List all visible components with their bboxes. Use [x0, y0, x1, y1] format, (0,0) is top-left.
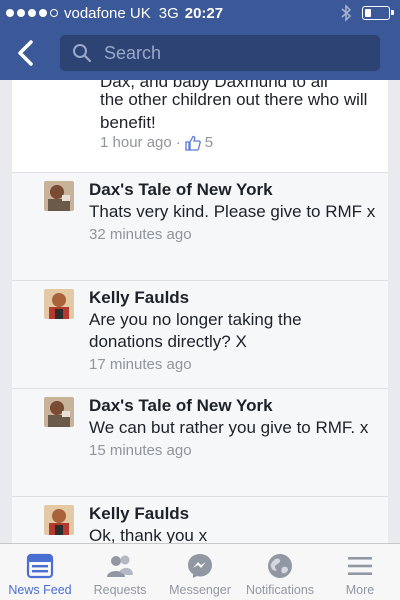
- avatar[interactable]: [44, 289, 74, 319]
- comment-author[interactable]: Kelly Faulds: [89, 503, 379, 525]
- search-input[interactable]: [104, 42, 344, 64]
- comment-text: We can but rather you give to RMF. x: [89, 418, 369, 437]
- avatar[interactable]: [44, 505, 74, 535]
- comment-time: 17 minutes ago: [89, 356, 192, 373]
- comment-text: Ok, thank you x: [89, 526, 208, 543]
- comment-item: Kelly Faulds Ok, thank you x: [12, 496, 388, 543]
- post-card: Dax, and baby Daxmund to all the other c…: [12, 80, 388, 172]
- post-text: the other children out there who will be…: [100, 90, 368, 132]
- more-icon: [348, 557, 372, 575]
- tab-label: Messenger: [169, 583, 231, 597]
- comment-author[interactable]: Dax's Tale of New York: [89, 395, 379, 417]
- tab-bar: News Feed Requests Messenger Notificatio…: [0, 543, 400, 600]
- comment-time: 15 minutes ago: [89, 442, 192, 459]
- avatar[interactable]: [44, 181, 74, 211]
- separator-dot: ·: [175, 134, 181, 151]
- comments-list: Dax's Tale of New York Thats very kind. …: [12, 172, 388, 543]
- tab-news-feed[interactable]: News Feed: [0, 544, 80, 600]
- tab-notifications[interactable]: Notifications: [240, 544, 320, 600]
- tab-more[interactable]: More: [320, 544, 400, 600]
- back-arrow-icon[interactable]: [14, 39, 38, 67]
- status-bar: vodafone UK 3G 20:27: [0, 0, 400, 26]
- network-type: 3G: [158, 4, 179, 22]
- tab-label: More: [345, 583, 375, 597]
- search-icon: [73, 44, 92, 63]
- carrier-name: vodafone UK: [64, 4, 151, 22]
- tab-label: News Feed: [8, 583, 72, 597]
- status-time: 20:27: [184, 4, 224, 22]
- comment-item: Kelly Faulds Are you no longer taking th…: [12, 280, 388, 388]
- battery-icon: [362, 6, 394, 20]
- like-count[interactable]: 5: [185, 134, 213, 151]
- news-feed-icon: [26, 553, 54, 579]
- tab-label: Notifications: [245, 583, 315, 597]
- comment-time: 32 minutes ago: [89, 226, 192, 243]
- comment-feed[interactable]: Dax, and baby Daxmund to all the other c…: [0, 80, 400, 543]
- tab-messenger[interactable]: Messenger: [160, 544, 240, 600]
- post-meta: 1 hour ago · 5: [100, 134, 213, 151]
- notifications-icon: [268, 554, 292, 578]
- comment-text: Are you no longer taking the donations d…: [89, 310, 302, 351]
- bluetooth-icon: [341, 4, 352, 22]
- thumbs-up-icon: [185, 135, 201, 151]
- tab-requests[interactable]: Requests: [80, 544, 160, 600]
- comment-author[interactable]: Kelly Faulds: [89, 287, 379, 309]
- avatar[interactable]: [44, 397, 74, 427]
- signal-strength-icon: [6, 9, 58, 17]
- comment-item: Dax's Tale of New York Thats very kind. …: [12, 172, 388, 280]
- comment-text: Thats very kind. Please give to RMF x: [89, 202, 376, 221]
- top-bar: vodafone UK 3G 20:27: [0, 0, 400, 80]
- search-bar[interactable]: [60, 35, 380, 71]
- requests-icon: [107, 555, 133, 577]
- post-time: 1 hour ago: [100, 134, 172, 151]
- comment-item: Dax's Tale of New York We can but rather…: [12, 388, 388, 496]
- nav-row: [0, 33, 400, 73]
- tab-label: Requests: [93, 583, 147, 597]
- comment-author[interactable]: Dax's Tale of New York: [89, 179, 379, 201]
- like-count-value: 5: [204, 134, 214, 151]
- messenger-icon: [188, 554, 212, 578]
